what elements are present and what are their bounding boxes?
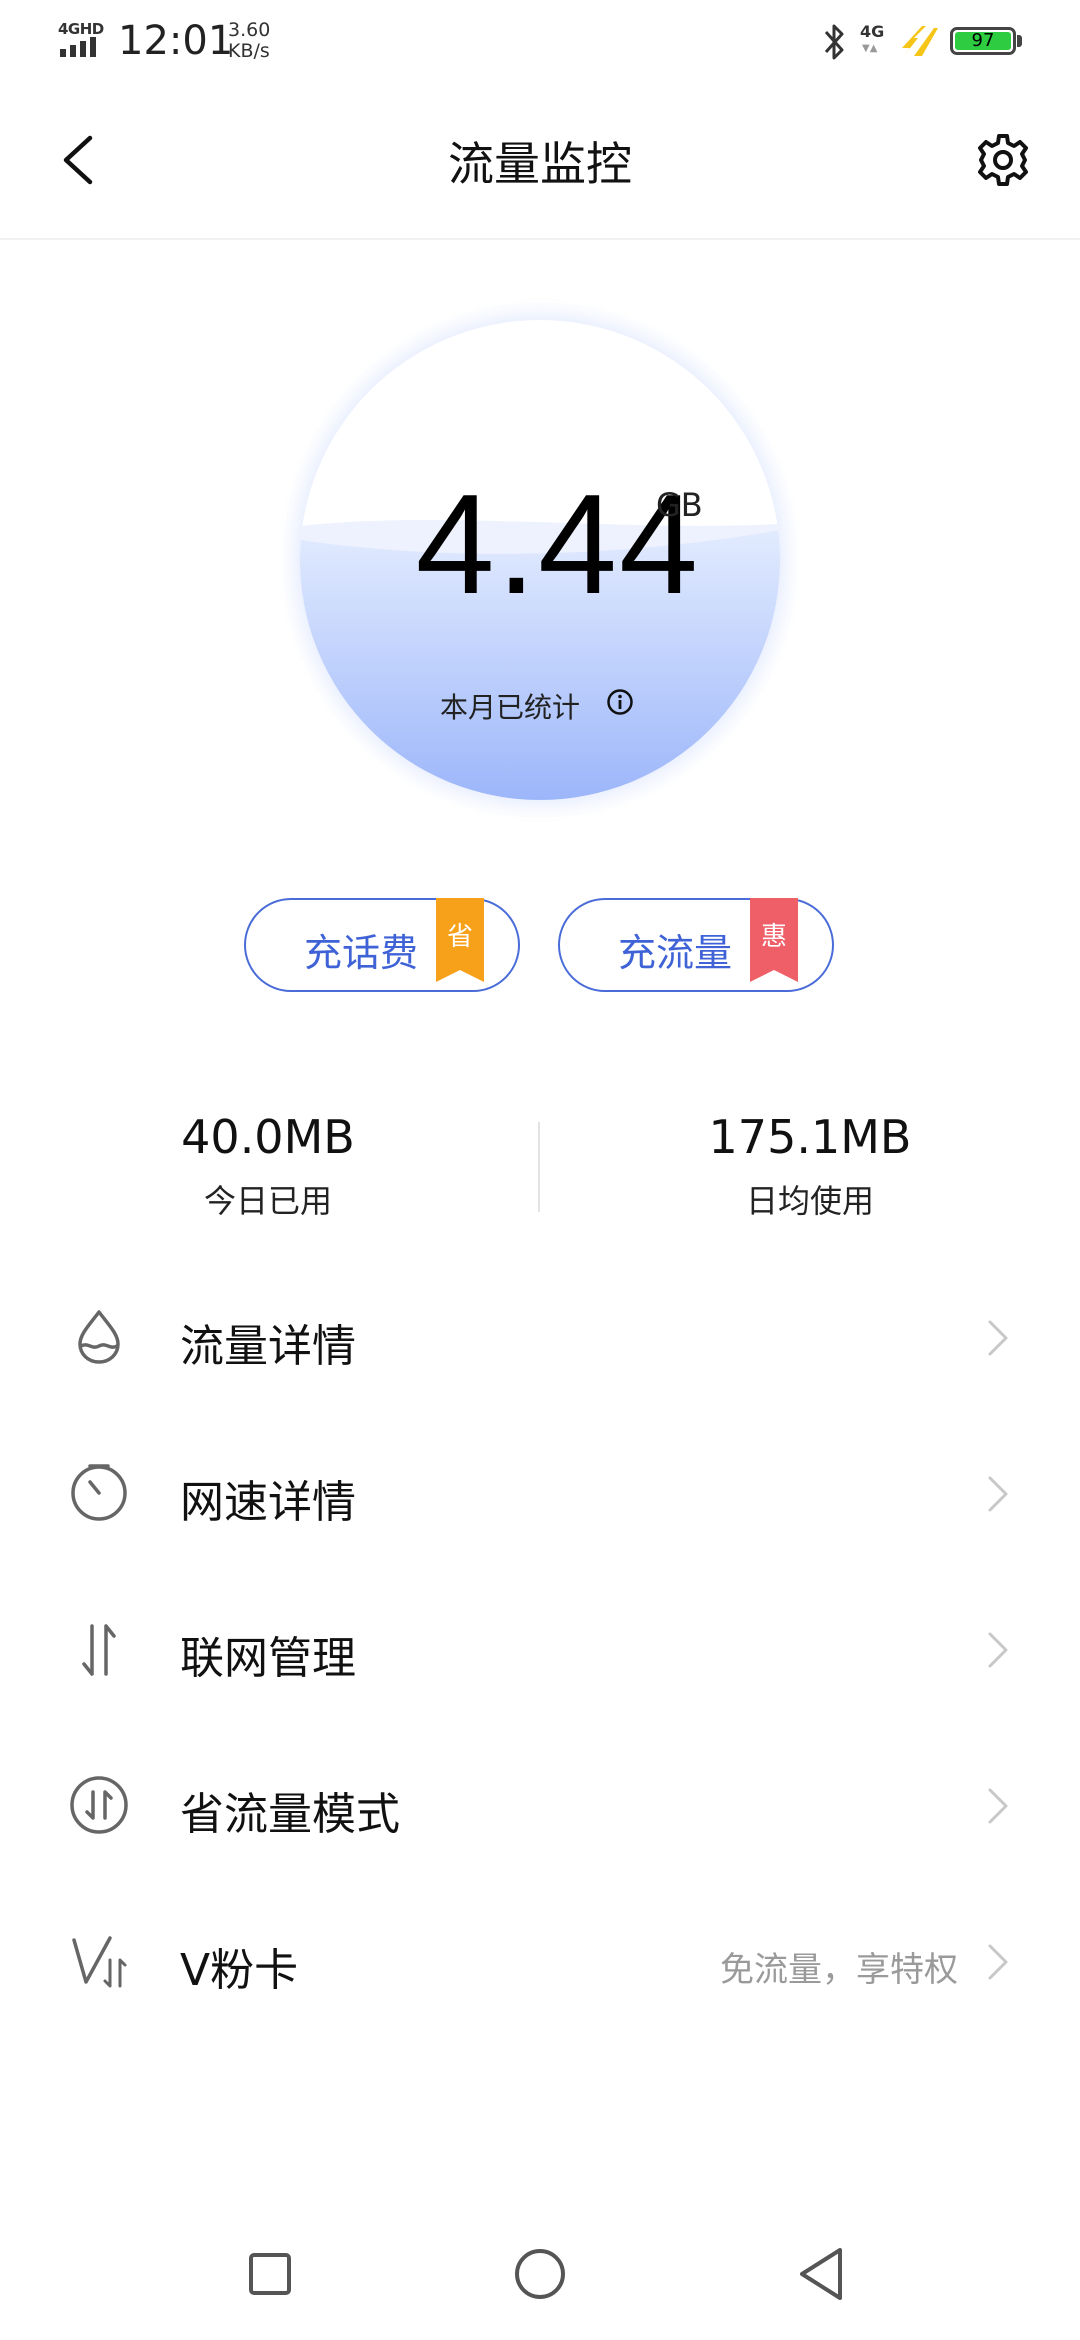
bluetooth-icon [824, 24, 844, 60]
daily-average-label: 日均使用 [745, 1182, 874, 1220]
menu-item-network-management[interactable]: 联网管理 [0, 1574, 1080, 1724]
chevron-right-icon [988, 1944, 1008, 1980]
status-bar: 4GHD 12:01 3.60 KB/s 4G ▼▲ 97 [0, 0, 1080, 84]
menu-item-v-card[interactable]: V粉卡 免流量，享特权 [0, 1886, 1080, 2036]
discount-badge: 惠 [750, 898, 798, 982]
stats-divider [538, 1122, 540, 1212]
save-badge-text: 省 [446, 922, 473, 952]
charging-bolt-icon [902, 26, 938, 56]
recharge-data-label: 充流量 [618, 931, 733, 975]
recharge-data-button[interactable]: 充流量 惠 [558, 898, 834, 992]
signal-label: 4GHD [58, 20, 104, 38]
menu-label: 联网管理 [180, 1633, 356, 1684]
save-badge: 省 [436, 898, 484, 982]
network-activity-icon: ▼▲ [862, 43, 878, 54]
data-saver-icon [70, 1776, 128, 1834]
back-arrow-icon[interactable] [54, 130, 104, 190]
info-icon[interactable] [606, 688, 634, 716]
water-drop-icon [78, 1310, 120, 1364]
menu-label: 省流量模式 [180, 1789, 400, 1840]
header-divider [0, 238, 1080, 240]
recharge-phone-label: 充话费 [304, 931, 419, 975]
battery-tip [1017, 35, 1022, 47]
speed-unit: KB/s [228, 40, 270, 62]
clock: 12:01 [118, 18, 234, 64]
chevron-right-icon [988, 1320, 1008, 1356]
usage-caption: 本月已统计 [440, 691, 581, 724]
chevron-right-icon [988, 1476, 1008, 1512]
menu-subtitle: 免流量，享特权 [720, 1950, 958, 1990]
recent-apps-icon[interactable] [248, 2252, 292, 2296]
menu-item-data-saver[interactable]: 省流量模式 [0, 1730, 1080, 1880]
speed-gauge-icon [71, 1464, 127, 1521]
network-speed: 3.60 KB/s [228, 20, 270, 62]
back-nav-icon[interactable] [796, 2246, 846, 2302]
battery-level: 97 [971, 30, 995, 51]
menu-label: 网速详情 [180, 1477, 356, 1528]
today-usage-label: 今日已用 [203, 1182, 332, 1220]
gear-icon[interactable] [973, 130, 1033, 190]
battery-icon: 97 [950, 27, 1016, 55]
usage-value: 4.44 [415, 465, 700, 624]
discount-badge-text: 惠 [760, 922, 787, 952]
menu-label: 流量详情 [180, 1321, 356, 1372]
network-type: 4G [860, 22, 885, 41]
v-card-icon [72, 1936, 127, 1988]
chevron-right-icon [988, 1632, 1008, 1668]
usage-unit: GB [656, 486, 703, 524]
signal-icon [60, 37, 96, 57]
chevron-right-icon [988, 1788, 1008, 1824]
home-icon[interactable] [514, 2248, 566, 2300]
menu-label: V粉卡 [180, 1945, 299, 1996]
menu-item-traffic-details[interactable]: 流量详情 [0, 1262, 1080, 1412]
up-down-arrows-icon [82, 1624, 116, 1676]
daily-average-value: 175.1MB [708, 1110, 912, 1164]
speed-value: 3.60 [228, 19, 271, 41]
recharge-phone-button[interactable]: 充话费 省 [244, 898, 520, 992]
today-usage-value: 40.0MB [181, 1110, 355, 1164]
menu-item-speed-details[interactable]: 网速详情 [0, 1418, 1080, 1568]
page-title: 流量监控 [448, 137, 632, 191]
